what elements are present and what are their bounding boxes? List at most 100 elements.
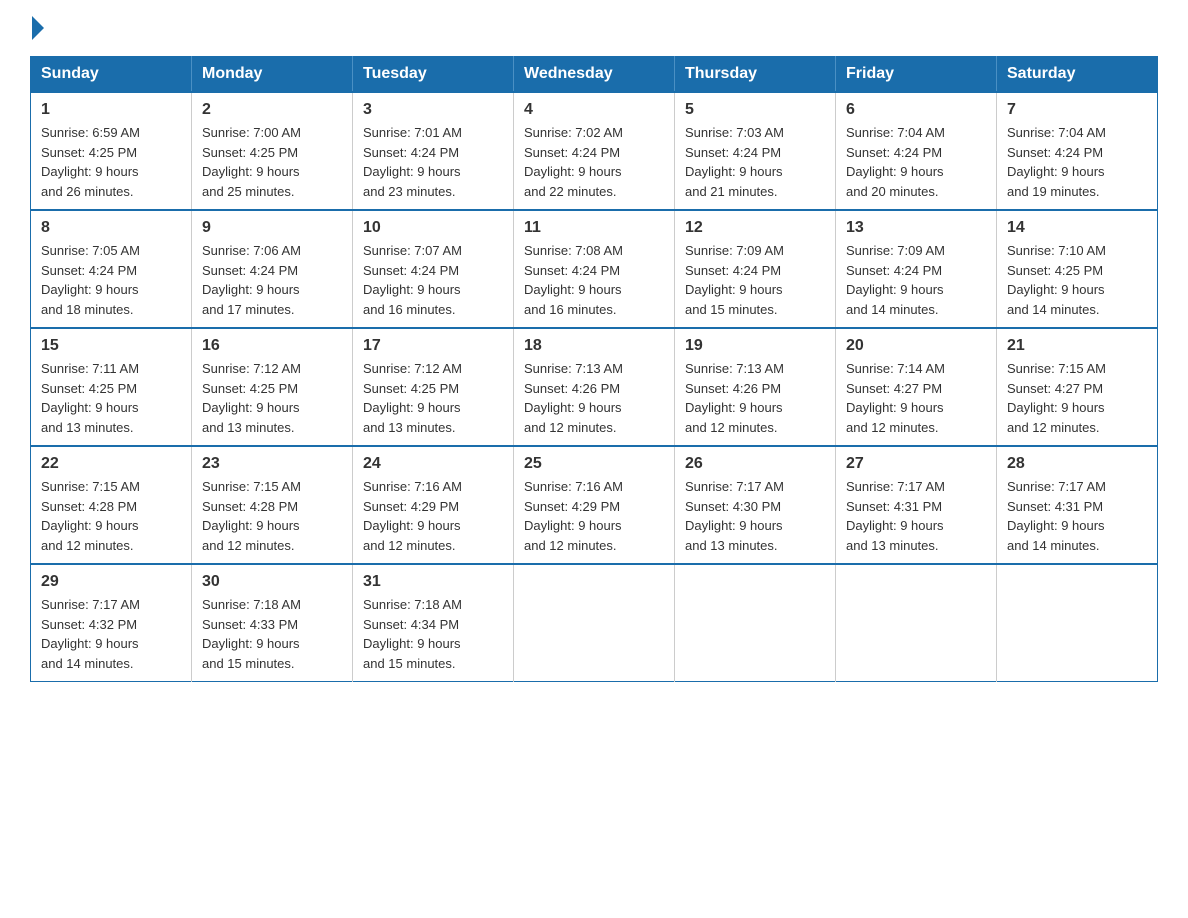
calendar-day-cell: 3 Sunrise: 7:01 AMSunset: 4:24 PMDayligh… bbox=[353, 92, 514, 210]
calendar-week-row: 29 Sunrise: 7:17 AMSunset: 4:32 PMDaylig… bbox=[31, 564, 1158, 682]
day-info: Sunrise: 7:14 AMSunset: 4:27 PMDaylight:… bbox=[846, 361, 945, 435]
calendar-day-cell bbox=[514, 564, 675, 682]
day-number: 22 bbox=[41, 455, 181, 473]
day-info: Sunrise: 7:00 AMSunset: 4:25 PMDaylight:… bbox=[202, 125, 301, 199]
day-number: 7 bbox=[1007, 101, 1147, 119]
day-info: Sunrise: 7:12 AMSunset: 4:25 PMDaylight:… bbox=[202, 361, 301, 435]
calendar-day-cell: 22 Sunrise: 7:15 AMSunset: 4:28 PMDaylig… bbox=[31, 446, 192, 564]
day-info: Sunrise: 7:08 AMSunset: 4:24 PMDaylight:… bbox=[524, 243, 623, 317]
calendar-day-cell: 19 Sunrise: 7:13 AMSunset: 4:26 PMDaylig… bbox=[675, 328, 836, 446]
calendar-day-cell: 27 Sunrise: 7:17 AMSunset: 4:31 PMDaylig… bbox=[836, 446, 997, 564]
day-info: Sunrise: 7:17 AMSunset: 4:31 PMDaylight:… bbox=[1007, 479, 1106, 553]
day-number: 18 bbox=[524, 337, 664, 355]
day-number: 30 bbox=[202, 573, 342, 591]
calendar-day-cell: 21 Sunrise: 7:15 AMSunset: 4:27 PMDaylig… bbox=[997, 328, 1158, 446]
day-info: Sunrise: 7:02 AMSunset: 4:24 PMDaylight:… bbox=[524, 125, 623, 199]
day-of-week-header: Thursday bbox=[675, 57, 836, 93]
day-number: 15 bbox=[41, 337, 181, 355]
day-of-week-header: Wednesday bbox=[514, 57, 675, 93]
calendar-day-cell bbox=[675, 564, 836, 682]
day-number: 25 bbox=[524, 455, 664, 473]
calendar-week-row: 22 Sunrise: 7:15 AMSunset: 4:28 PMDaylig… bbox=[31, 446, 1158, 564]
day-info: Sunrise: 7:15 AMSunset: 4:28 PMDaylight:… bbox=[41, 479, 140, 553]
calendar-day-cell: 14 Sunrise: 7:10 AMSunset: 4:25 PMDaylig… bbox=[997, 210, 1158, 328]
day-info: Sunrise: 7:17 AMSunset: 4:31 PMDaylight:… bbox=[846, 479, 945, 553]
day-number: 8 bbox=[41, 219, 181, 237]
calendar-day-cell: 16 Sunrise: 7:12 AMSunset: 4:25 PMDaylig… bbox=[192, 328, 353, 446]
day-info: Sunrise: 7:06 AMSunset: 4:24 PMDaylight:… bbox=[202, 243, 301, 317]
day-of-week-header: Friday bbox=[836, 57, 997, 93]
calendar-day-cell: 7 Sunrise: 7:04 AMSunset: 4:24 PMDayligh… bbox=[997, 92, 1158, 210]
day-info: Sunrise: 7:17 AMSunset: 4:30 PMDaylight:… bbox=[685, 479, 784, 553]
calendar-table: SundayMondayTuesdayWednesdayThursdayFrid… bbox=[30, 56, 1158, 682]
calendar-day-cell: 2 Sunrise: 7:00 AMSunset: 4:25 PMDayligh… bbox=[192, 92, 353, 210]
calendar-week-row: 8 Sunrise: 7:05 AMSunset: 4:24 PMDayligh… bbox=[31, 210, 1158, 328]
day-number: 5 bbox=[685, 101, 825, 119]
day-info: Sunrise: 7:15 AMSunset: 4:27 PMDaylight:… bbox=[1007, 361, 1106, 435]
day-number: 19 bbox=[685, 337, 825, 355]
calendar-day-cell: 26 Sunrise: 7:17 AMSunset: 4:30 PMDaylig… bbox=[675, 446, 836, 564]
day-number: 1 bbox=[41, 101, 181, 119]
day-number: 21 bbox=[1007, 337, 1147, 355]
calendar-day-cell: 18 Sunrise: 7:13 AMSunset: 4:26 PMDaylig… bbox=[514, 328, 675, 446]
day-info: Sunrise: 7:11 AMSunset: 4:25 PMDaylight:… bbox=[41, 361, 139, 435]
calendar-day-cell: 17 Sunrise: 7:12 AMSunset: 4:25 PMDaylig… bbox=[353, 328, 514, 446]
calendar-week-row: 1 Sunrise: 6:59 AMSunset: 4:25 PMDayligh… bbox=[31, 92, 1158, 210]
page-header bbox=[30, 20, 1158, 36]
day-info: Sunrise: 7:13 AMSunset: 4:26 PMDaylight:… bbox=[524, 361, 623, 435]
day-number: 12 bbox=[685, 219, 825, 237]
day-number: 31 bbox=[363, 573, 503, 591]
day-info: Sunrise: 7:18 AMSunset: 4:34 PMDaylight:… bbox=[363, 597, 462, 671]
day-number: 17 bbox=[363, 337, 503, 355]
calendar-day-cell: 30 Sunrise: 7:18 AMSunset: 4:33 PMDaylig… bbox=[192, 564, 353, 682]
calendar-day-cell: 12 Sunrise: 7:09 AMSunset: 4:24 PMDaylig… bbox=[675, 210, 836, 328]
day-number: 13 bbox=[846, 219, 986, 237]
day-info: Sunrise: 7:18 AMSunset: 4:33 PMDaylight:… bbox=[202, 597, 301, 671]
day-info: Sunrise: 7:07 AMSunset: 4:24 PMDaylight:… bbox=[363, 243, 462, 317]
day-of-week-header: Sunday bbox=[31, 57, 192, 93]
calendar-day-cell: 25 Sunrise: 7:16 AMSunset: 4:29 PMDaylig… bbox=[514, 446, 675, 564]
calendar-week-row: 15 Sunrise: 7:11 AMSunset: 4:25 PMDaylig… bbox=[31, 328, 1158, 446]
day-number: 4 bbox=[524, 101, 664, 119]
day-info: Sunrise: 7:09 AMSunset: 4:24 PMDaylight:… bbox=[846, 243, 945, 317]
day-of-week-header: Tuesday bbox=[353, 57, 514, 93]
day-info: Sunrise: 7:13 AMSunset: 4:26 PMDaylight:… bbox=[685, 361, 784, 435]
day-info: Sunrise: 7:09 AMSunset: 4:24 PMDaylight:… bbox=[685, 243, 784, 317]
calendar-day-cell: 6 Sunrise: 7:04 AMSunset: 4:24 PMDayligh… bbox=[836, 92, 997, 210]
day-info: Sunrise: 7:05 AMSunset: 4:24 PMDaylight:… bbox=[41, 243, 140, 317]
calendar-day-cell: 4 Sunrise: 7:02 AMSunset: 4:24 PMDayligh… bbox=[514, 92, 675, 210]
calendar-day-cell bbox=[836, 564, 997, 682]
day-number: 14 bbox=[1007, 219, 1147, 237]
day-number: 27 bbox=[846, 455, 986, 473]
day-number: 2 bbox=[202, 101, 342, 119]
calendar-day-cell: 15 Sunrise: 7:11 AMSunset: 4:25 PMDaylig… bbox=[31, 328, 192, 446]
day-of-week-header: Saturday bbox=[997, 57, 1158, 93]
day-info: Sunrise: 7:16 AMSunset: 4:29 PMDaylight:… bbox=[524, 479, 623, 553]
day-number: 29 bbox=[41, 573, 181, 591]
day-number: 10 bbox=[363, 219, 503, 237]
day-of-week-header: Monday bbox=[192, 57, 353, 93]
logo-arrow-icon bbox=[32, 16, 44, 40]
calendar-day-cell: 8 Sunrise: 7:05 AMSunset: 4:24 PMDayligh… bbox=[31, 210, 192, 328]
day-info: Sunrise: 7:16 AMSunset: 4:29 PMDaylight:… bbox=[363, 479, 462, 553]
day-info: Sunrise: 7:01 AMSunset: 4:24 PMDaylight:… bbox=[363, 125, 462, 199]
calendar-day-cell: 24 Sunrise: 7:16 AMSunset: 4:29 PMDaylig… bbox=[353, 446, 514, 564]
day-number: 6 bbox=[846, 101, 986, 119]
day-number: 28 bbox=[1007, 455, 1147, 473]
day-info: Sunrise: 7:15 AMSunset: 4:28 PMDaylight:… bbox=[202, 479, 301, 553]
logo bbox=[30, 20, 44, 36]
day-number: 11 bbox=[524, 219, 664, 237]
calendar-day-cell: 20 Sunrise: 7:14 AMSunset: 4:27 PMDaylig… bbox=[836, 328, 997, 446]
calendar-day-cell: 9 Sunrise: 7:06 AMSunset: 4:24 PMDayligh… bbox=[192, 210, 353, 328]
day-info: Sunrise: 7:04 AMSunset: 4:24 PMDaylight:… bbox=[1007, 125, 1106, 199]
day-number: 16 bbox=[202, 337, 342, 355]
calendar-day-cell: 23 Sunrise: 7:15 AMSunset: 4:28 PMDaylig… bbox=[192, 446, 353, 564]
day-info: Sunrise: 7:03 AMSunset: 4:24 PMDaylight:… bbox=[685, 125, 784, 199]
calendar-day-cell: 11 Sunrise: 7:08 AMSunset: 4:24 PMDaylig… bbox=[514, 210, 675, 328]
calendar-day-cell: 10 Sunrise: 7:07 AMSunset: 4:24 PMDaylig… bbox=[353, 210, 514, 328]
day-info: Sunrise: 7:10 AMSunset: 4:25 PMDaylight:… bbox=[1007, 243, 1106, 317]
calendar-day-cell: 13 Sunrise: 7:09 AMSunset: 4:24 PMDaylig… bbox=[836, 210, 997, 328]
calendar-day-cell bbox=[997, 564, 1158, 682]
calendar-day-cell: 29 Sunrise: 7:17 AMSunset: 4:32 PMDaylig… bbox=[31, 564, 192, 682]
day-number: 20 bbox=[846, 337, 986, 355]
